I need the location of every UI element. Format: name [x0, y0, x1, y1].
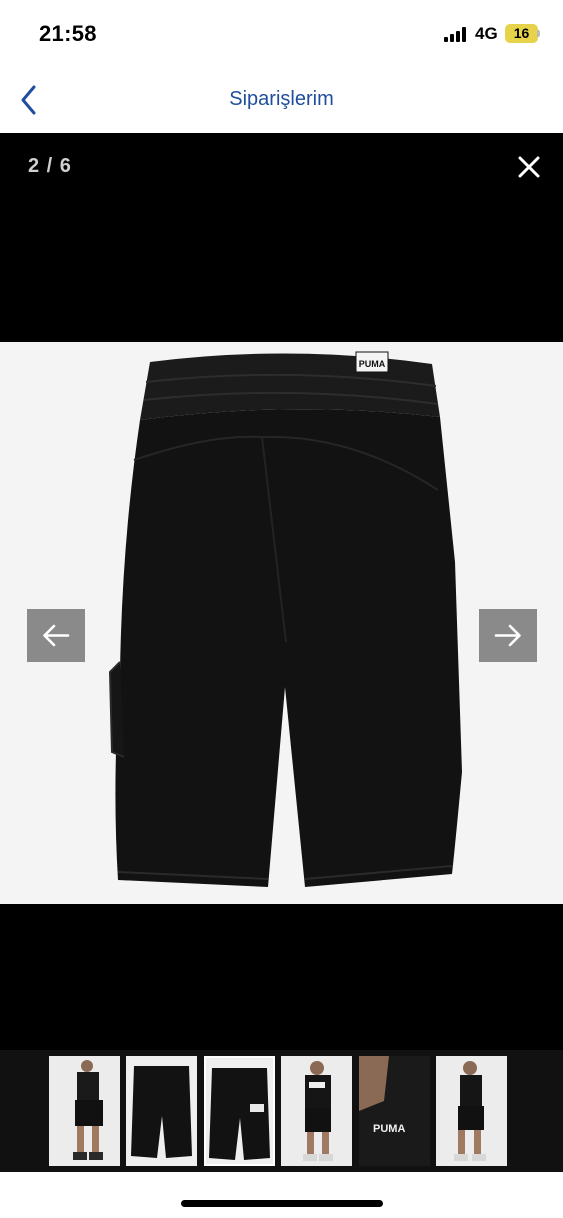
- thumbnail-1[interactable]: [49, 1056, 120, 1166]
- thumbnail-3-active[interactable]: [204, 1056, 275, 1166]
- home-indicator[interactable]: [181, 1200, 383, 1207]
- thumbnail-5[interactable]: PUMA: [359, 1056, 430, 1166]
- signal-icon: [444, 27, 468, 42]
- thumbnail-strip: PUMA: [0, 1050, 563, 1172]
- thumbnail-4[interactable]: [281, 1056, 352, 1166]
- battery-level: 16: [513, 25, 530, 41]
- network-type: 4G: [475, 24, 498, 43]
- bottom-area: [0, 1172, 563, 1218]
- close-button[interactable]: [512, 150, 546, 184]
- image-label: PUMA: [359, 359, 386, 369]
- next-image-button[interactable]: [479, 609, 537, 662]
- arrow-right-icon: [494, 624, 521, 647]
- nav-bar: Siparişlerim: [0, 66, 563, 133]
- thumbnail-6[interactable]: [436, 1056, 507, 1166]
- image-counter: 2 / 6: [28, 155, 72, 177]
- image-viewer: 2 / 6 PUMA: [0, 133, 563, 1050]
- status-bar: 21:58 4G 16: [0, 0, 563, 66]
- thumbnail-brand-label: PUMA: [373, 1123, 405, 1135]
- arrow-left-icon: [43, 624, 70, 647]
- previous-image-button[interactable]: [27, 609, 85, 662]
- status-time: 21:58: [39, 21, 97, 46]
- close-icon: [518, 156, 540, 178]
- page-title: Siparişlerim: [229, 88, 334, 110]
- thumbnail-2[interactable]: [126, 1056, 197, 1166]
